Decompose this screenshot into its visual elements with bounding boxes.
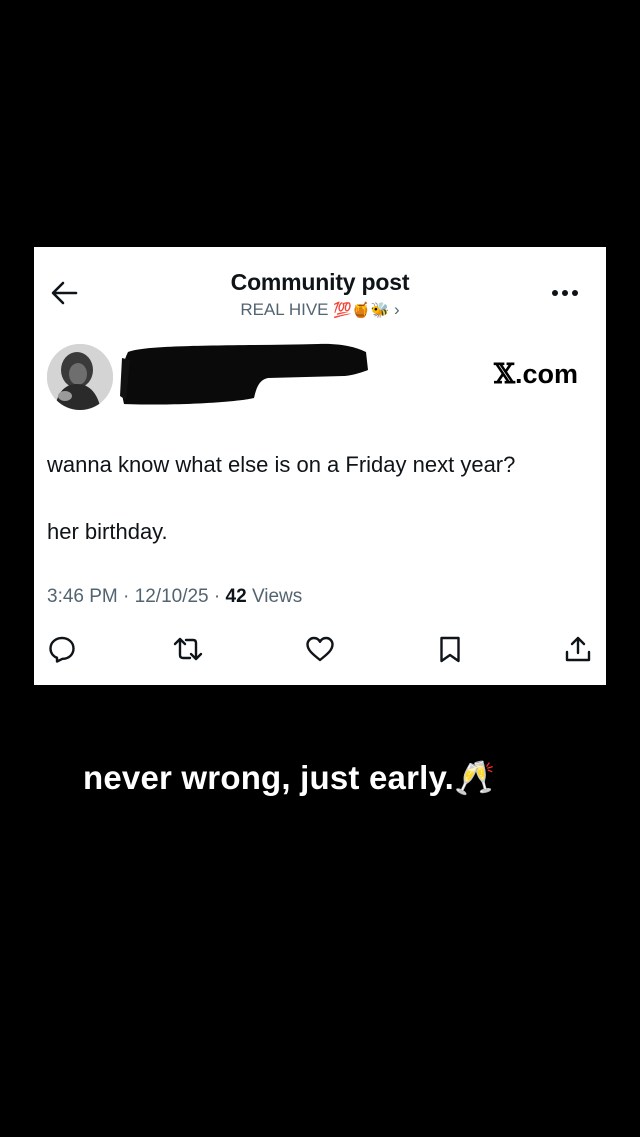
avatar-image [47,344,113,410]
video-caption: never wrong, just early.🥂 [83,758,495,798]
share-icon [565,636,591,662]
chevron-right-icon: › [394,300,400,319]
meta-separator: · [123,586,130,607]
post-date: 12/10/25 [134,586,209,607]
bookmark-icon [440,636,460,663]
post-text-line-2: her birthday. [47,519,168,544]
community-link[interactable]: REAL HIVE 💯🍯🐝 › [34,300,606,320]
post-time: 3:46 PM [47,586,118,607]
post-card: Community post REAL HIVE 💯🍯🐝 › 𝕏.com wan… [34,247,606,685]
meta-separator: · [213,586,221,607]
community-name: REAL HIVE [240,300,329,319]
redacted-username [120,343,368,405]
repost-icon [173,637,203,661]
reply-icon [49,636,75,663]
avatar[interactable] [47,344,113,410]
post-text-line-1: wanna know what else is on a Friday next… [47,452,516,477]
bookmark-button[interactable] [435,634,465,664]
champagne-glasses-icon: 🥂 [453,758,496,797]
community-emojis: 💯🍯🐝 [333,301,390,319]
share-button[interactable] [563,634,593,664]
xcom-watermark: 𝕏.com [494,359,578,390]
caption-text: never wrong, just early. [83,759,454,796]
views-label: Views [251,586,303,607]
more-dots-icon [552,290,578,296]
x-logo-icon: 𝕏 [494,359,515,390]
like-button[interactable] [304,634,334,664]
repost-button[interactable] [172,634,203,664]
heart-icon [306,636,334,662]
views-count: 42 [225,586,247,607]
more-options-button[interactable] [548,283,582,303]
reply-button[interactable] [47,634,77,664]
watermark-suffix: .com [514,359,578,389]
post-meta: 3:46 PM · 12/10/25 · 42 Views [47,586,302,608]
page-title: Community post [230,269,410,295]
